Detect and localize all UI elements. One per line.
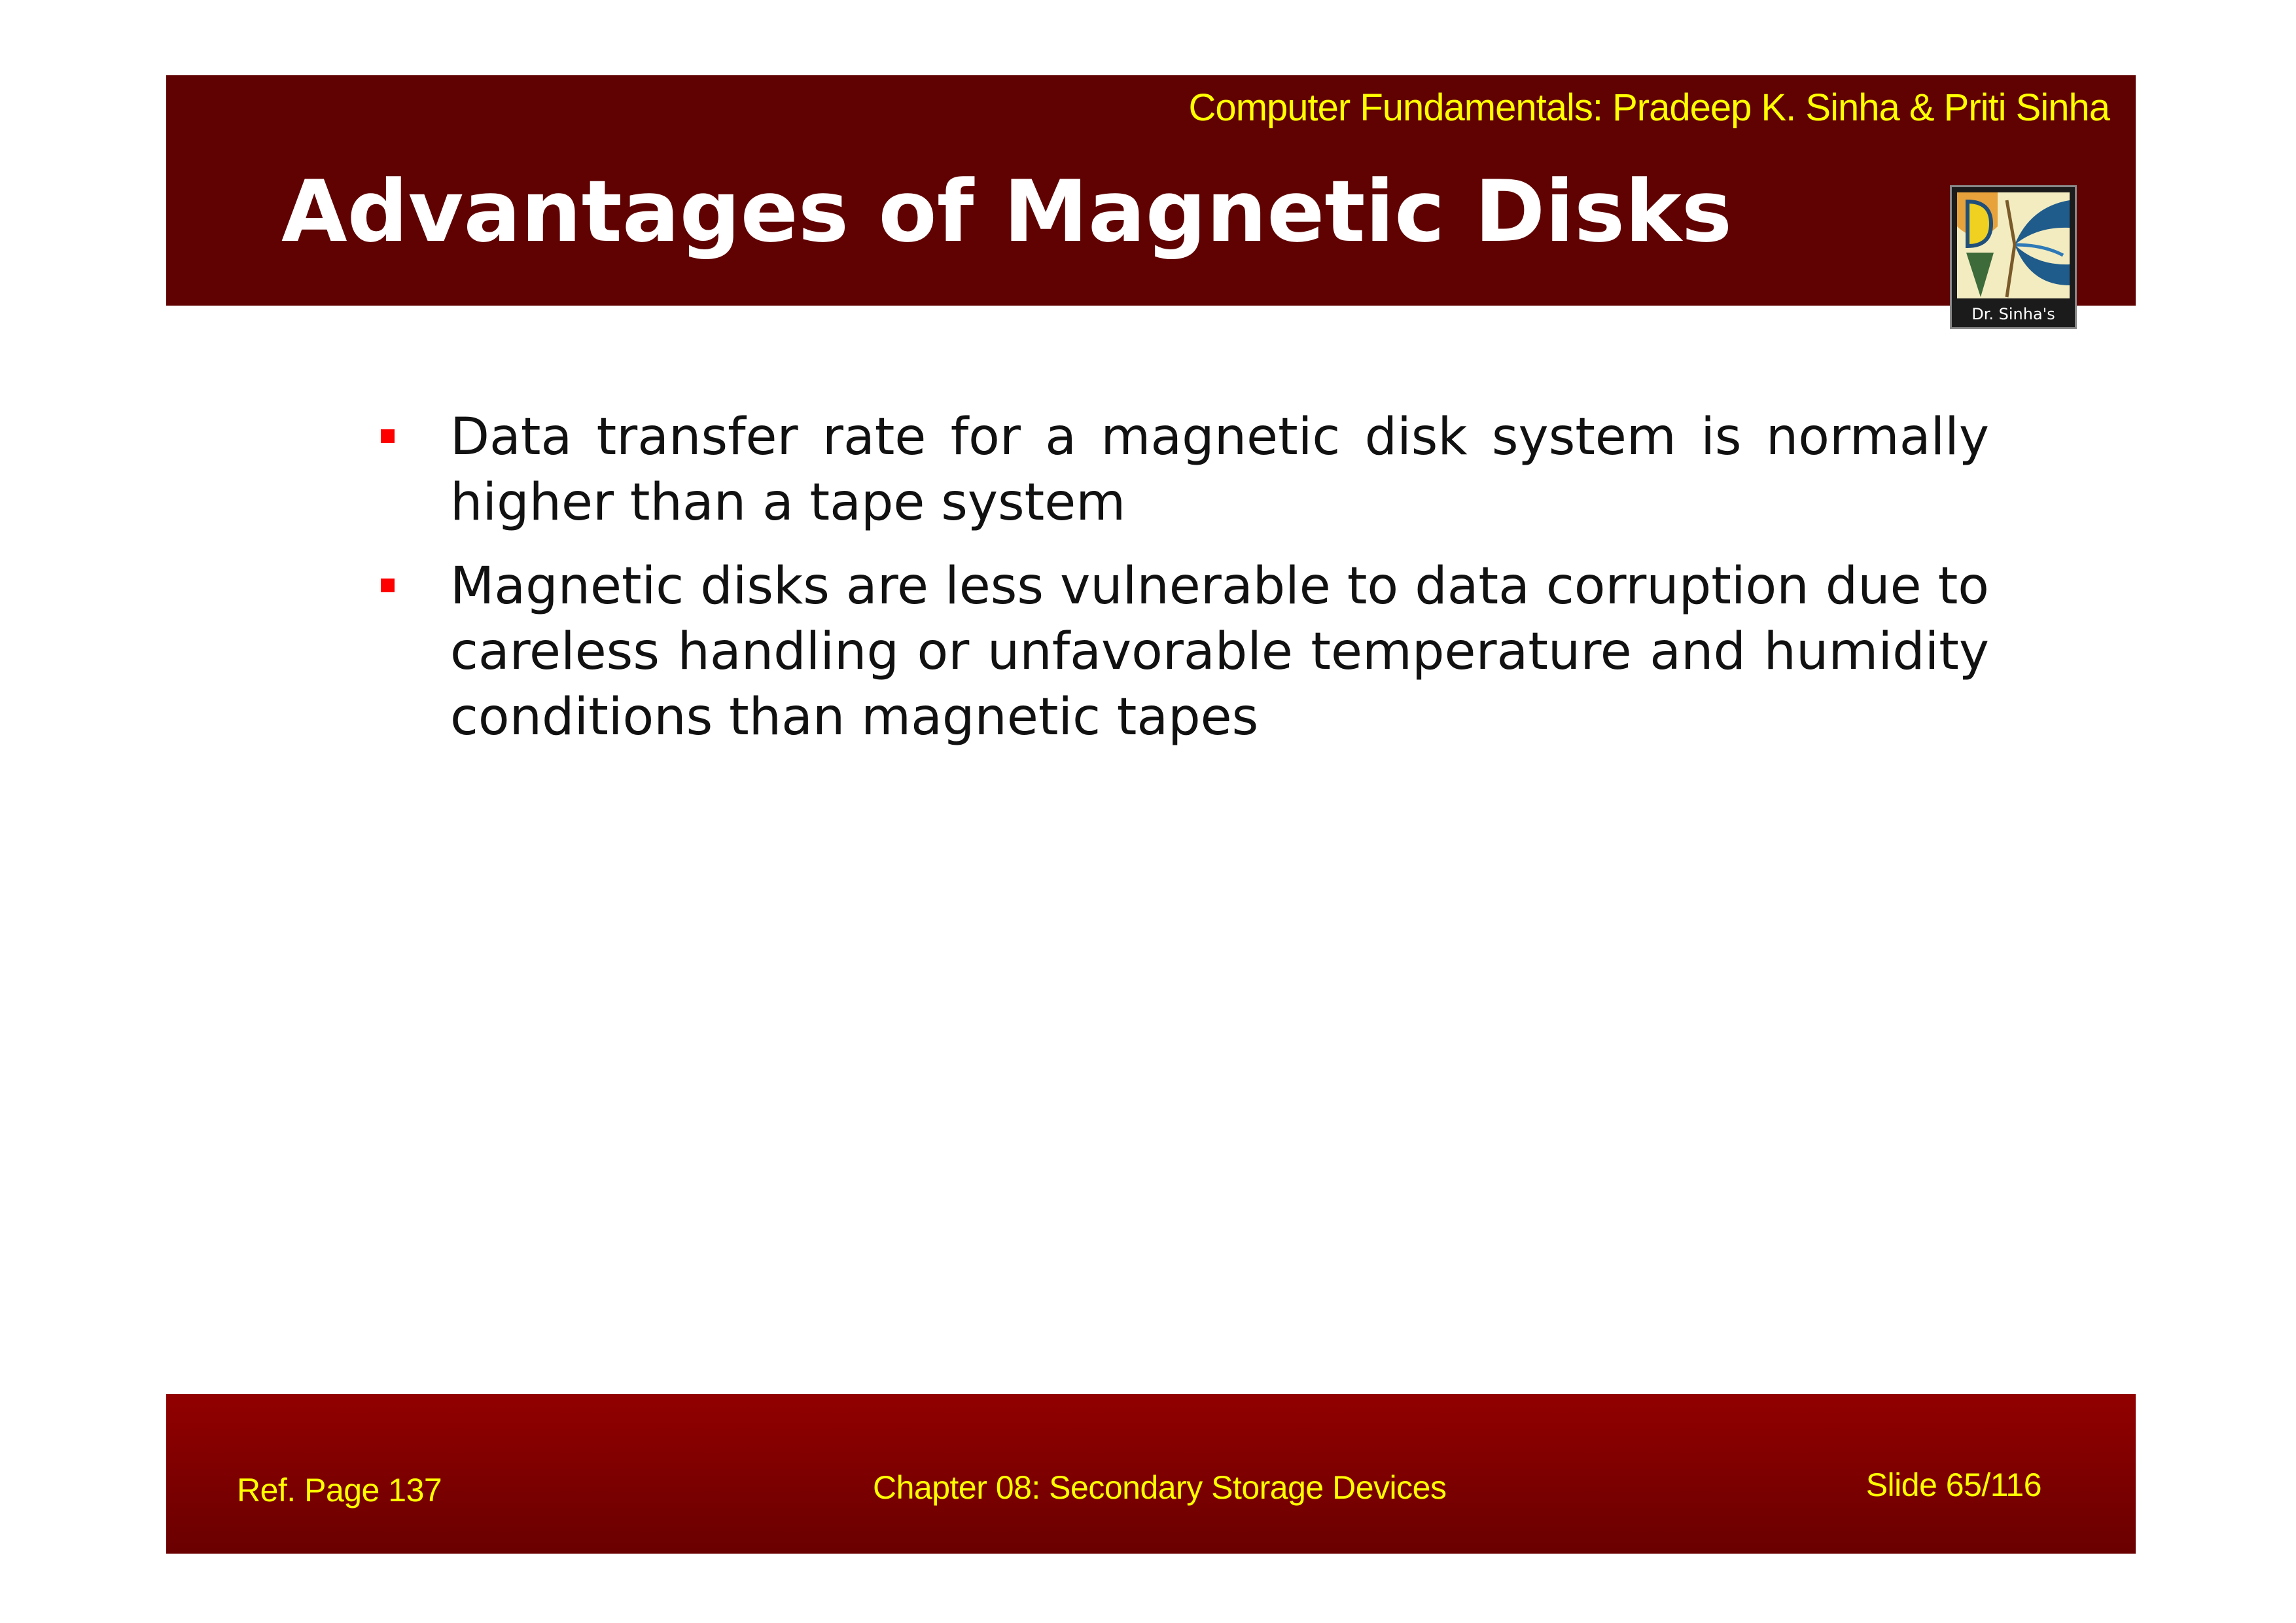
square-bullet-icon — [381, 579, 395, 592]
bullet-text: Data transfer rate for a magnetic disk s… — [450, 408, 1989, 532]
chapter-title: Chapter 08: Secondary Storage Devices — [873, 1469, 1447, 1506]
logo-artwork — [1957, 192, 2070, 298]
bullet-item-1: Data transfer rate for a magnetic disk s… — [373, 404, 1989, 535]
bullet-text: Magnetic disks are less vulnerable to da… — [450, 557, 1989, 747]
ref-page: Ref. Page 137 — [237, 1472, 442, 1508]
slide-number: Slide 65/116 — [1865, 1467, 2042, 1503]
slide-footer: Ref. Page 137 Chapter 08: Secondary Stor… — [166, 1394, 2136, 1554]
book-credit: Computer Fundamentals: Pradeep K. Sinha … — [1188, 86, 2110, 129]
slide-title: Advantages of Magnetic Disks — [281, 162, 1733, 261]
dr-sinha-logo-icon: Dr. Sinha's — [1950, 185, 2077, 329]
slide: Computer Fundamentals: Pradeep K. Sinha … — [0, 0, 2296, 1623]
square-bullet-icon — [381, 429, 395, 443]
slide-header: Computer Fundamentals: Pradeep K. Sinha … — [166, 75, 2136, 329]
bullet-item-2: Magnetic disks are less vulnerable to da… — [373, 554, 1989, 750]
logo-caption: Dr. Sinha's — [1971, 305, 2055, 323]
bullet-list: Data transfer rate for a magnetic disk s… — [373, 404, 1989, 768]
